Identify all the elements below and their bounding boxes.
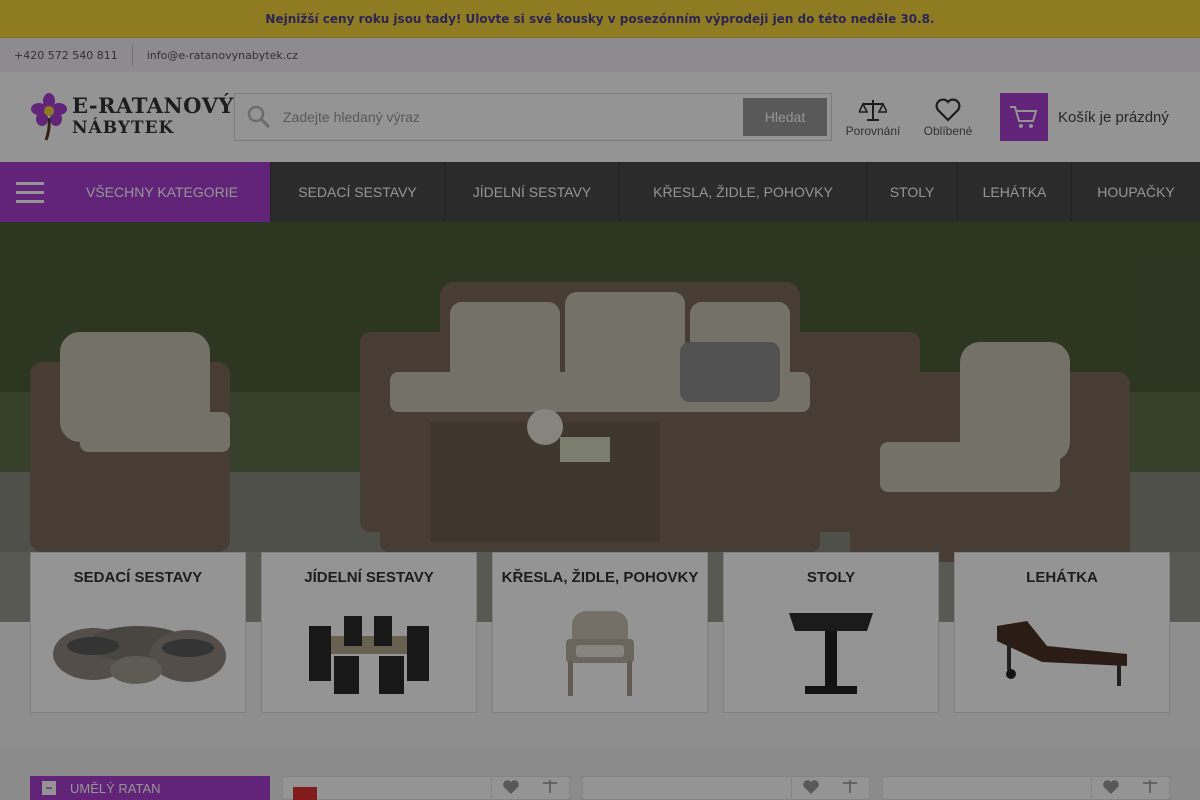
heart-icon[interactable]: [502, 779, 520, 799]
category-card[interactable]: LEHÁTKA: [954, 552, 1170, 713]
scales-icon: [840, 96, 906, 124]
scales-icon[interactable]: [541, 779, 559, 799]
search-box: Hledat: [234, 93, 832, 141]
product-card[interactable]: [282, 776, 570, 800]
all-categories-button[interactable]: VŠECHNY KATEGORIE: [0, 162, 270, 222]
divider: [131, 44, 133, 66]
product-actions: [791, 777, 869, 800]
all-categories-label: VŠECHNY KATEGORIE: [86, 184, 238, 200]
category-card[interactable]: STOLY: [723, 552, 939, 713]
collapse-icon[interactable]: −: [42, 781, 56, 795]
product-card[interactable]: [882, 776, 1170, 800]
category-title: KŘESLA, ŽIDLE, POHOVKY: [501, 569, 699, 586]
nav-item-stoly[interactable]: STOLY: [866, 162, 957, 222]
heart-icon[interactable]: [1102, 779, 1120, 799]
product-actions: [491, 777, 569, 800]
favorites-button[interactable]: Oblíbené: [918, 96, 978, 138]
email-link[interactable]: info@e-ratanovynabytek.cz: [147, 49, 298, 62]
site-header: E-RATANOVÝ NÁBYTEK Hledat Porovnání Oblí…: [0, 72, 1200, 162]
heart-icon[interactable]: [802, 779, 820, 799]
scales-icon[interactable]: [841, 779, 859, 799]
cart-button[interactable]: Košík je prázdný: [1000, 93, 1169, 141]
category-card[interactable]: JÍDELNÍ SESTAVY: [261, 552, 477, 713]
flower-logo-icon: [31, 93, 67, 141]
category-image: [493, 589, 707, 712]
scales-icon[interactable]: [1141, 779, 1159, 799]
sidebar-item-label: UMĚLÝ RATAN: [70, 780, 161, 796]
category-title: JÍDELNÍ SESTAVY: [304, 569, 434, 586]
category-title: STOLY: [806, 569, 856, 586]
nav-item-kresla[interactable]: KŘESLA, ŽIDLE, POHOVKY: [619, 162, 866, 222]
compare-label: Porovnání: [845, 124, 901, 138]
promo-banner: Nejnižší ceny roku jsou tady! Ulovte si …: [0, 0, 1200, 38]
nav-item-houpacky[interactable]: HOUPAČKY: [1071, 162, 1200, 222]
phone-link[interactable]: +420 572 540 811: [14, 49, 118, 62]
category-image: [724, 589, 938, 712]
search-input[interactable]: [283, 94, 743, 140]
category-card[interactable]: SEDACÍ SESTAVY: [30, 552, 246, 713]
product-actions: [1091, 777, 1169, 800]
favorites-label: Oblíbené: [923, 124, 973, 138]
promo-text: Nejnižší ceny roku jsou tady! Ulovte si …: [265, 11, 935, 26]
category-title: LEHÁTKA: [1026, 569, 1098, 586]
category-image: [262, 589, 476, 712]
main-nav: VŠECHNY KATEGORIE SEDACÍ SESTAVY JÍDELNÍ…: [0, 162, 1200, 222]
category-image: [955, 589, 1169, 712]
cart-icon: [1000, 93, 1048, 141]
search-button[interactable]: Hledat: [743, 98, 827, 136]
heart-icon: [918, 96, 978, 124]
category-cards: SEDACÍ SESTAVY JÍDELNÍ SESTAVY KŘESLA, Ž…: [30, 552, 1170, 713]
nav-item-lehatka[interactable]: LEHÁTKA: [957, 162, 1071, 222]
product-card[interactable]: [582, 776, 870, 800]
logo-line2: NÁBYTEK: [72, 118, 175, 138]
logo-line1: E-RATANOVÝ: [72, 93, 234, 118]
category-card[interactable]: KŘESLA, ŽIDLE, POHOVKY: [492, 552, 708, 713]
cart-label: Košík je prázdný: [1058, 108, 1169, 126]
nav-item-jidelni-sestavy[interactable]: JÍDELNÍ SESTAVY: [444, 162, 619, 222]
category-title: SEDACÍ SESTAVY: [73, 569, 203, 586]
sidebar-category-item[interactable]: − UMĚLÝ RATAN: [30, 776, 270, 800]
nav-item-sedaci-sestavy[interactable]: SEDACÍ SESTAVY: [270, 162, 444, 222]
compare-button[interactable]: Porovnání: [840, 96, 906, 138]
search-icon: [235, 104, 283, 130]
logo[interactable]: E-RATANOVÝ NÁBYTEK: [30, 92, 234, 142]
contact-bar: +420 572 540 811 info@e-ratanovynabytek.…: [0, 38, 1200, 72]
sale-badge-icon: [293, 787, 317, 800]
category-image: [31, 589, 245, 712]
hamburger-icon: [0, 181, 60, 203]
